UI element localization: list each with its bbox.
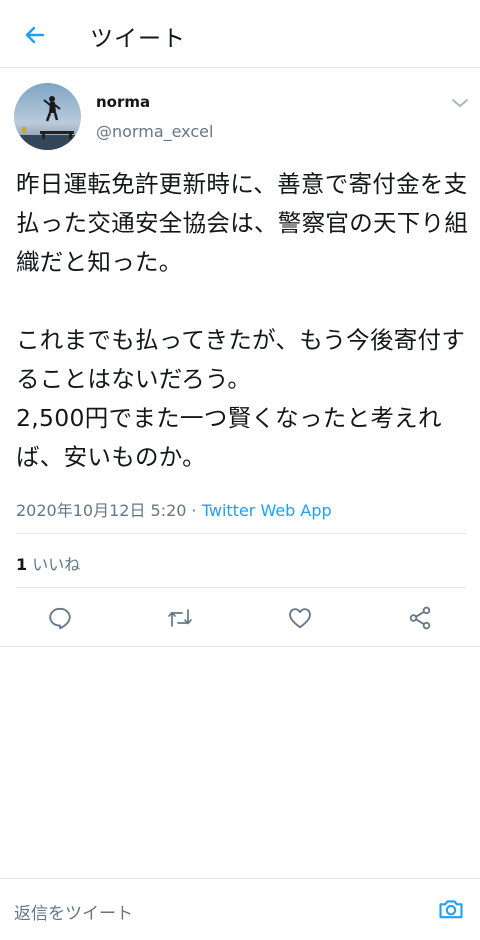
author-name[interactable]: norma [96, 93, 150, 111]
author-handle[interactable]: @norma_excel [96, 122, 213, 141]
likes-count-link[interactable]: 1 いいね [16, 551, 80, 575]
page-title: ツイート [90, 26, 186, 52]
chevron-down-icon [452, 99, 468, 108]
like-count: 1 [16, 555, 28, 574]
meta-separator: · [186, 501, 202, 520]
retweet-button[interactable] [165, 603, 195, 633]
share-button[interactable] [405, 603, 435, 633]
share-icon [409, 606, 431, 630]
like-button[interactable] [285, 603, 315, 633]
reply-button[interactable] [45, 603, 75, 633]
reply-input[interactable]: 返信をツイート [14, 899, 133, 924]
reply-bar: 返信をツイート [0, 878, 480, 940]
tweet-header: norma @norma_excel [0, 68, 480, 158]
heart-icon [289, 608, 311, 629]
tweet-datetime[interactable]: 2020年10月12日 5:20 [16, 501, 186, 520]
tweet-meta: 2020年10月12日 5:20 · Twitter Web App [16, 497, 332, 521]
divider [16, 587, 466, 588]
comment-icon [49, 607, 71, 630]
top-bar: ツイート [0, 0, 480, 68]
tweet-source-link[interactable]: Twitter Web App [202, 501, 332, 520]
back-button[interactable] [18, 18, 52, 52]
divider [0, 646, 480, 647]
retweet-icon [168, 609, 192, 627]
arrow-left-icon [25, 26, 45, 44]
camera-icon [439, 900, 463, 919]
camera-button[interactable] [437, 895, 465, 923]
avatar[interactable] [14, 83, 81, 150]
avatar-image [14, 83, 81, 150]
like-label: いいね [27, 555, 81, 574]
tweet-text: 昨日運転免許更新時に、善意で寄付金を支払った交通安全協会は、警察官の天下り組織だ… [16, 170, 469, 471]
divider [16, 533, 466, 534]
tweet-menu-button[interactable] [450, 95, 470, 111]
